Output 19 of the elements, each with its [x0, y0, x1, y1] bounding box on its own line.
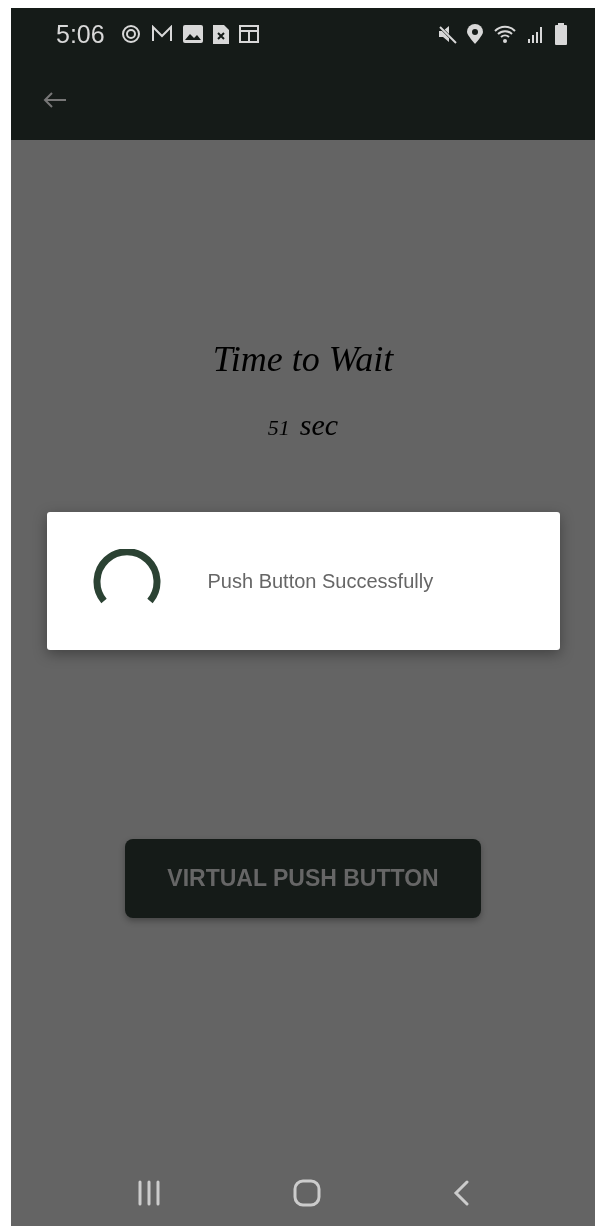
countdown-number: 51 [267, 415, 290, 441]
recent-apps-icon[interactable] [137, 1180, 161, 1206]
image-icon [182, 25, 203, 43]
signal-icon [527, 24, 545, 44]
wifi-icon [493, 24, 517, 44]
home-icon[interactable] [293, 1179, 321, 1207]
mail-icon [150, 25, 173, 43]
back-icon[interactable] [453, 1180, 469, 1206]
back-arrow-icon[interactable] [43, 92, 67, 108]
status-time: 5:06 [56, 19, 105, 49]
mute-icon [437, 24, 457, 44]
countdown-unit: sec [299, 408, 339, 442]
dialog-message: Push Button Successfully [207, 569, 434, 593]
virtual-push-button[interactable]: VIRTUAL PUSH BUTTON [125, 839, 481, 918]
file-icon [212, 24, 229, 44]
calendar-icon [238, 25, 259, 43]
location-icon [467, 24, 483, 44]
battery-icon [555, 23, 567, 45]
screen-title: Time to Wait [212, 338, 394, 380]
